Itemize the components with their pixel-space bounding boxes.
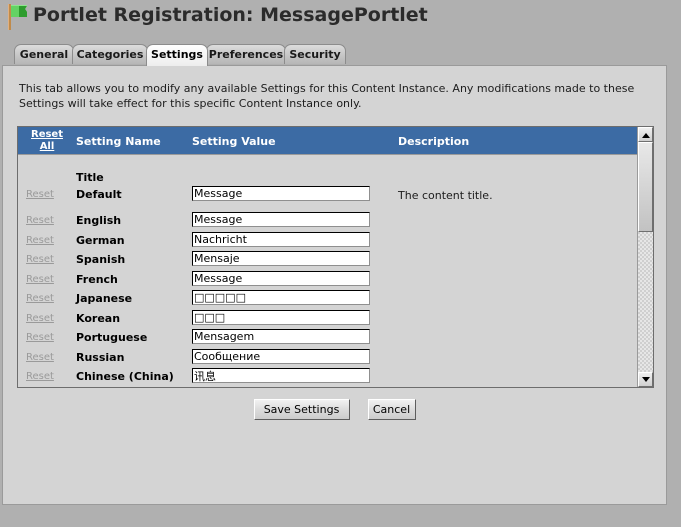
reset-all-line1: Reset: [31, 129, 63, 140]
page-header: Portlet Registration: MessagePortlet: [0, 0, 681, 40]
scrollbar-track[interactable]: [638, 142, 653, 372]
setting-name-label: Portuguese: [76, 331, 147, 344]
setting-value-input[interactable]: [192, 186, 370, 201]
scrollbar-up-button[interactable]: [638, 127, 653, 142]
setting-value-cell: [192, 212, 370, 227]
setting-row: Reset Portuguese: [18, 329, 638, 348]
tab-settings[interactable]: Settings: [146, 44, 208, 66]
tab-preferences[interactable]: Preferences: [206, 44, 286, 64]
setting-name-label: Japanese: [76, 292, 132, 305]
setting-name-label: Spanish: [76, 253, 125, 266]
reset-link[interactable]: Reset: [26, 235, 66, 246]
setting-name-label: English: [76, 214, 121, 227]
setting-row: Reset Korean: [18, 310, 638, 329]
tab-bar: GeneralCategoriesSettingsPreferencesSecu…: [0, 44, 681, 66]
setting-value-cell: [192, 329, 370, 344]
scrollbar-thumb[interactable]: [638, 142, 653, 232]
setting-row: Reset Japanese: [18, 290, 638, 309]
setting-value-cell: [192, 186, 370, 201]
setting-description: The content title.: [398, 189, 493, 202]
setting-group-label: Title: [76, 171, 104, 184]
reset-link[interactable]: Reset: [26, 371, 66, 382]
setting-value-input[interactable]: [192, 212, 370, 227]
setting-value-input[interactable]: [192, 368, 370, 383]
reset-link[interactable]: Reset: [26, 254, 66, 265]
scrollbar-down-button[interactable]: [638, 372, 653, 387]
setting-row: Reset English: [18, 212, 638, 231]
reset-link[interactable]: Reset: [26, 293, 66, 304]
panel-intro-text: This tab allows you to modify any availa…: [19, 81, 649, 111]
setting-row: Reset Spanish: [18, 251, 638, 270]
triangle-down-icon: [642, 377, 650, 382]
setting-name-label: Russian: [76, 351, 124, 364]
page-title: Portlet Registration: MessagePortlet: [33, 4, 428, 26]
setting-value-cell: [192, 368, 370, 383]
reset-link[interactable]: Reset: [26, 215, 66, 226]
setting-name-label: Korean: [76, 312, 120, 325]
setting-value-input[interactable]: [192, 232, 370, 247]
setting-row: Reset French: [18, 271, 638, 290]
setting-name-label: Default: [76, 188, 122, 201]
setting-value-cell: [192, 271, 370, 286]
setting-value-input[interactable]: [192, 271, 370, 286]
settings-grid-scrollbar[interactable]: [637, 127, 653, 387]
column-header-setting-value: Setting Value: [192, 135, 276, 148]
setting-row: Reset Default The content title.: [18, 186, 638, 205]
button-bar: Save Settings Cancel: [3, 399, 666, 420]
setting-value-cell: [192, 232, 370, 247]
setting-name-label: German: [76, 234, 125, 247]
setting-row: Reset German: [18, 232, 638, 251]
reset-link[interactable]: Reset: [26, 352, 66, 363]
setting-name-label: French: [76, 273, 118, 286]
green-flag-icon: [6, 3, 32, 31]
setting-value-cell: [192, 251, 370, 266]
setting-value-input[interactable]: [192, 290, 370, 305]
triangle-up-icon: [642, 133, 650, 138]
setting-value-input[interactable]: [192, 329, 370, 344]
setting-value-cell: [192, 349, 370, 364]
setting-row: Reset Chinese (China): [18, 368, 638, 387]
settings-grid: Reset All Setting Name Setting Value Descr…: [17, 126, 654, 388]
reset-all-link[interactable]: Reset All: [26, 129, 68, 153]
tab-categories[interactable]: Categories: [72, 44, 148, 64]
reset-link[interactable]: Reset: [26, 332, 66, 343]
settings-grid-header: Reset All Setting Name Setting Value Descr…: [18, 127, 654, 155]
setting-name-label: Chinese (China): [76, 370, 174, 383]
reset-link[interactable]: Reset: [26, 313, 66, 324]
setting-value-input[interactable]: [192, 310, 370, 325]
tab-general[interactable]: General: [14, 44, 74, 64]
setting-value-input[interactable]: [192, 349, 370, 364]
setting-value-cell: [192, 310, 370, 325]
settings-panel: This tab allows you to modify any availa…: [2, 65, 667, 505]
setting-row: Reset Russian: [18, 349, 638, 368]
reset-all-line2: All: [40, 141, 55, 152]
settings-grid-body: TitleResetDefaultThe content title.Reset…: [18, 155, 638, 387]
column-header-setting-name: Setting Name: [76, 135, 161, 148]
setting-value-cell: [192, 290, 370, 305]
cancel-button[interactable]: Cancel: [368, 399, 416, 420]
save-settings-button[interactable]: Save Settings: [254, 399, 350, 420]
column-header-description: Description: [398, 135, 469, 148]
reset-link[interactable]: Reset: [26, 189, 66, 200]
setting-value-input[interactable]: [192, 251, 370, 266]
reset-link[interactable]: Reset: [26, 274, 66, 285]
tab-security[interactable]: Security: [284, 44, 346, 64]
